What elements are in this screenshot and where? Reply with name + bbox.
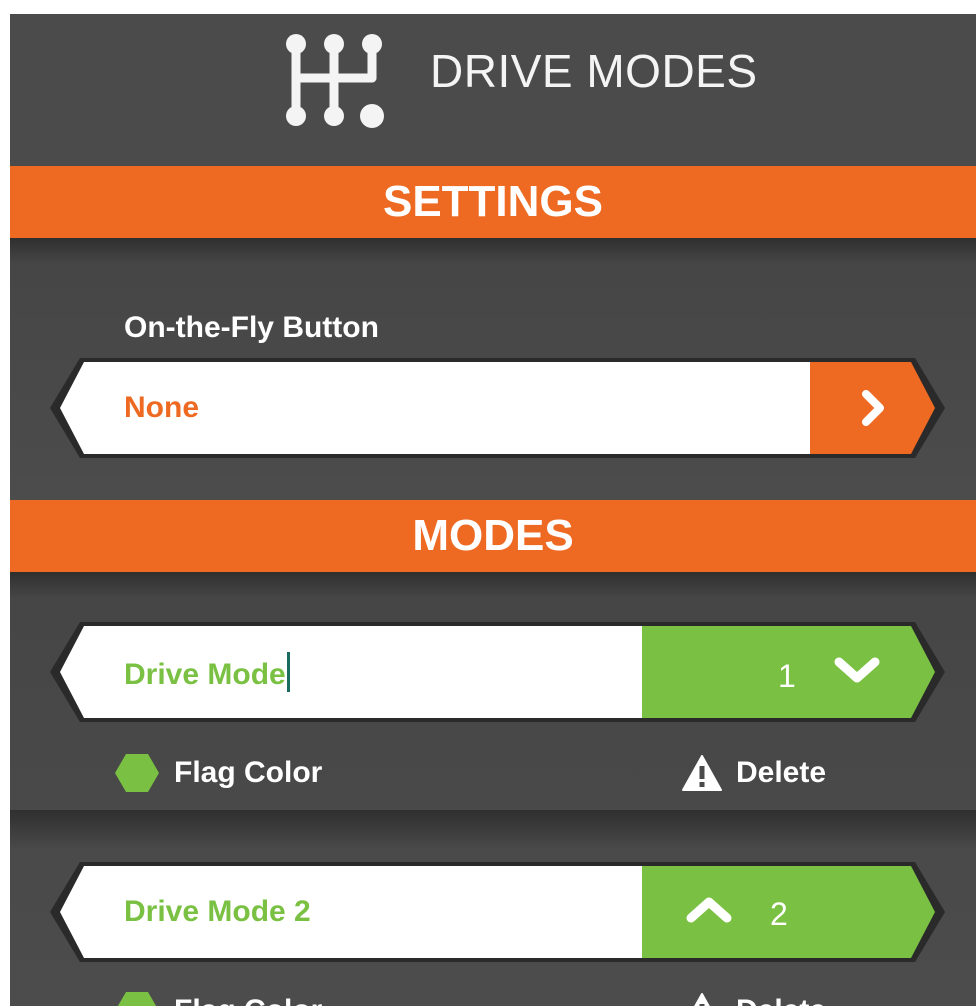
mode-1-delete-label: Delete <box>736 756 827 789</box>
mode-2-number: 2 <box>770 896 788 932</box>
warning-icon <box>694 993 710 1006</box>
mode-2-delete-button[interactable]: Delete <box>682 986 826 1006</box>
on-the-fly-label: On-the-Fly Button <box>124 311 379 344</box>
chevron-right-icon <box>862 390 884 426</box>
mode-2-name-input[interactable]: Drive Mode 2 <box>124 892 311 932</box>
chevron-up-icon <box>686 897 732 923</box>
mode-1-name-input[interactable]: Drive Mode <box>124 652 290 695</box>
mode-2-name: Drive Mode 2 <box>124 895 311 928</box>
mode-divider <box>10 810 976 850</box>
on-the-fly-selector[interactable]: None <box>50 358 945 458</box>
page-title: DRIVE MODES <box>430 45 758 97</box>
settings-section-header: SETTINGS <box>10 166 976 238</box>
on-the-fly-value: None <box>124 391 199 424</box>
mode-2-flag-color-label: Flag Color <box>174 994 322 1006</box>
text-cursor <box>286 652 290 692</box>
screen: DRIVE MODES SETTINGS On-the-Fly Button N… <box>0 0 976 1006</box>
mode-1-delete-button[interactable]: Delete <box>682 748 826 798</box>
mode-1-name: Drive Mode <box>124 658 286 691</box>
mode-2-options: Flag Color Delete <box>10 986 976 1006</box>
warning-icon <box>682 755 722 791</box>
mode-2-delete-label: Delete <box>736 994 826 1006</box>
hexagon-flag-icon <box>115 754 159 792</box>
mode-1-flag-color-label: Flag Color <box>174 756 323 789</box>
mode-1-expand-button[interactable]: 1 <box>642 622 945 722</box>
mode-1-options: Flag Color Delete <box>10 748 976 798</box>
gear-shift-icon <box>286 34 384 128</box>
hexagon-flag-icon <box>117 992 157 1006</box>
modes-section-header: MODES <box>10 500 976 572</box>
mode-1-flag-color-button[interactable]: Flag Color <box>114 748 322 798</box>
mode-2-flag-color-button[interactable]: Flag Color <box>114 986 322 1006</box>
mode-2-row: Drive Mode 2 2 <box>50 862 945 962</box>
chevron-down-icon <box>834 657 880 683</box>
left-edge <box>0 0 10 1006</box>
drive-modes-screen: DRIVE MODES SETTINGS On-the-Fly Button N… <box>10 14 976 1006</box>
on-the-fly-next-button[interactable] <box>810 358 945 458</box>
mode-1-number: 1 <box>778 658 796 694</box>
mode-1-row: Drive Mode 1 <box>50 622 945 722</box>
mode-2-collapse-button[interactable]: 2 <box>642 862 945 962</box>
header: DRIVE MODES <box>10 14 976 164</box>
